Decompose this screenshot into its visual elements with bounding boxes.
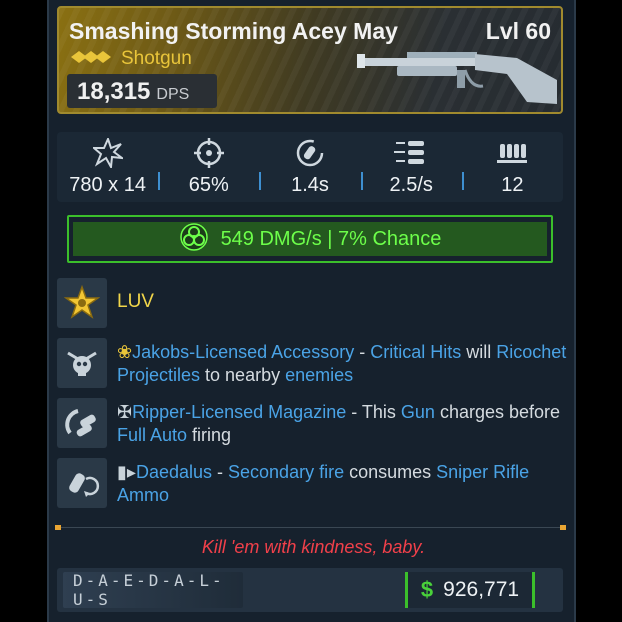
- item-card: Smashing Storming Acey May Lvl 60 Shotgu…: [47, 0, 576, 622]
- perk-ripper: ✠Ripper-Licensed Magazine - This Gun cha…: [57, 398, 563, 448]
- item-header: Smashing Storming Acey May Lvl 60 Shotgu…: [57, 6, 563, 114]
- stat-fire-rate-value: 2.5/s: [389, 173, 433, 196]
- fire-rate-icon: [393, 138, 429, 168]
- dps-value: 18,315: [77, 78, 151, 105]
- weapon-level: Lvl 60: [485, 18, 551, 44]
- stat-damage-value: 780 x 14: [69, 173, 146, 196]
- skull-crest-icon: [57, 338, 107, 388]
- magazine-slice-icon: [57, 398, 107, 448]
- accuracy-crosshair-icon: [191, 137, 227, 168]
- jakobs-accessory-link: Jakobs-Licensed Accessory: [132, 342, 355, 362]
- ripper-bullet-icon: ✠: [117, 402, 133, 422]
- damage-burst-icon: [90, 137, 126, 168]
- price-display: $ 926,771: [405, 572, 535, 608]
- rarity-chevrons-icon: [71, 50, 115, 68]
- element-damage-text: 549 DMG/s | 7% Chance: [220, 227, 442, 250]
- divider-cap-left: [55, 525, 61, 530]
- reload-icon: [292, 138, 328, 168]
- magazine-icon: [494, 138, 530, 168]
- perk-daedalus: ▮▸Daedalus - Secondary fire consumes Sni…: [57, 458, 563, 508]
- weapon-type: Shotgun: [121, 48, 192, 69]
- stat-magazine-value: 12: [501, 173, 524, 196]
- perk-luv-label: LUV: [117, 291, 154, 312]
- manufacturer-name: D-A-E-D-A-L-U-S: [73, 571, 225, 609]
- currency-icon: $: [420, 577, 434, 602]
- stat-accuracy-value: 65%: [188, 173, 229, 196]
- divider-cap-right: [560, 525, 566, 530]
- perk-jakobs-text: ❀Jakobs-Licensed Accessory - Critical Hi…: [117, 342, 567, 385]
- ripper-magazine-link: Ripper-Licensed Magazine: [132, 402, 347, 422]
- perk-daedalus-text: ▮▸Daedalus - Secondary fire consumes Sni…: [117, 462, 530, 505]
- dps-unit: DPS: [156, 86, 190, 103]
- daedalus-link: Daedalus: [135, 462, 213, 482]
- rarity-row: Shotgun: [71, 48, 192, 70]
- flavor-text: Kill 'em with kindness, baby.: [201, 537, 426, 557]
- stat-damage: 780 x 14: [57, 132, 158, 202]
- flower-bullet-icon: ❀: [117, 342, 133, 362]
- stat-accuracy: 65%: [158, 132, 259, 202]
- manufacturer-badge: D-A-E-D-A-L-U-S: [63, 571, 243, 609]
- item-footer: D-A-E-D-A-L-U-S $ 926,771: [57, 568, 563, 612]
- element-bar: 549 DMG/s | 7% Chance: [73, 222, 547, 256]
- weapon-name: Smashing Storming Acey May: [69, 18, 398, 44]
- stat-fire-rate: 2.5/s: [360, 132, 462, 202]
- perk-luv: LUV: [57, 278, 563, 328]
- stat-reload: 1.4s: [259, 132, 360, 202]
- daedalus-bullet-icon: ▮▸: [117, 462, 136, 482]
- stat-reload-value: 1.4s: [291, 173, 329, 196]
- element-panel: 549 DMG/s | 7% Chance: [67, 215, 553, 263]
- luv-star-icon: [57, 278, 107, 328]
- stats-row: 780 x 14 65% 1.4s 2.5/s 12: [57, 132, 563, 202]
- price-value: 926,771: [443, 578, 520, 601]
- shotgun-icon: [357, 44, 557, 119]
- biohazard-icon: [179, 222, 209, 257]
- ammo-swap-icon: [57, 458, 107, 508]
- stat-magazine: 12: [461, 132, 563, 202]
- dps-display: 18,315 DPS: [67, 74, 217, 108]
- perk-ripper-text: ✠Ripper-Licensed Magazine - This Gun cha…: [117, 402, 561, 445]
- divider: [57, 527, 563, 528]
- perk-jakobs: ❀Jakobs-Licensed Accessory - Critical Hi…: [57, 338, 566, 388]
